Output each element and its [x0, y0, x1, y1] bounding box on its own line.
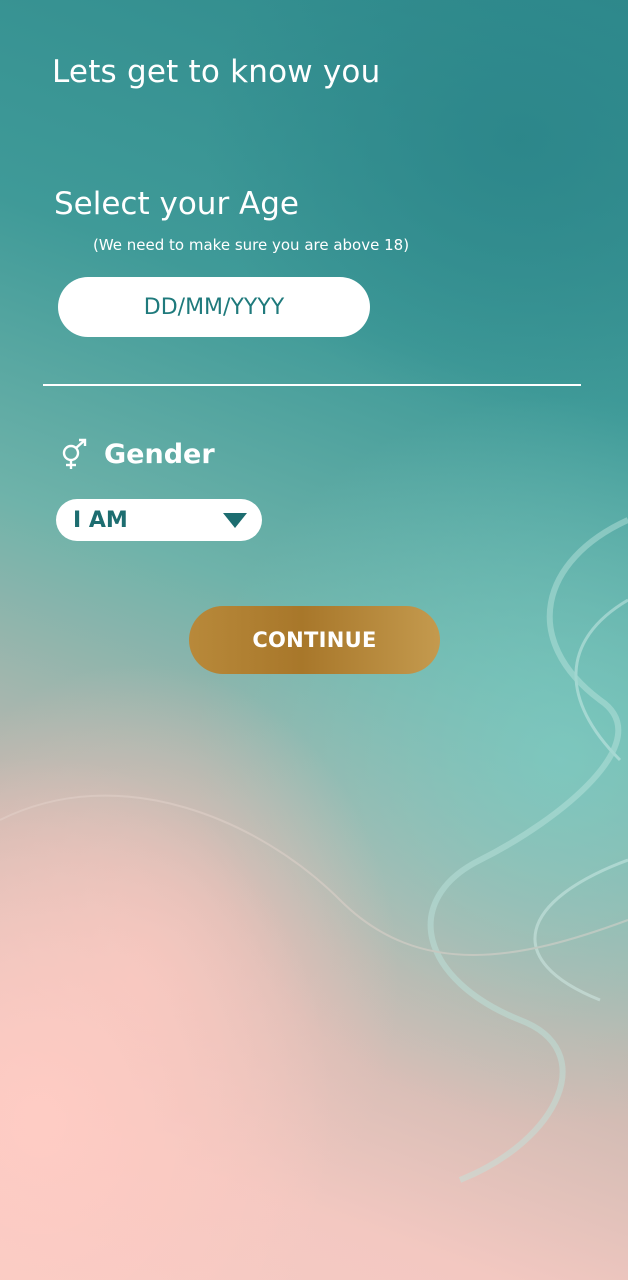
gender-label-row: Gender [58, 434, 215, 474]
continue-button[interactable]: CONTINUE [189, 606, 440, 674]
age-requirement-note: (We need to make sure you are above 18) [93, 236, 410, 254]
gender-label: Gender [104, 438, 215, 470]
section-divider [43, 384, 581, 386]
age-heading: Select your Age [54, 186, 300, 222]
gender-symbol-icon [62, 438, 87, 469]
page-title: Lets get to know you [52, 54, 381, 90]
date-of-birth-input[interactable] [58, 277, 370, 337]
gender-dropdown[interactable]: I AM [56, 499, 262, 541]
dropdown-arrow-icon [223, 513, 247, 528]
gender-selected-value: I AM [73, 507, 128, 533]
